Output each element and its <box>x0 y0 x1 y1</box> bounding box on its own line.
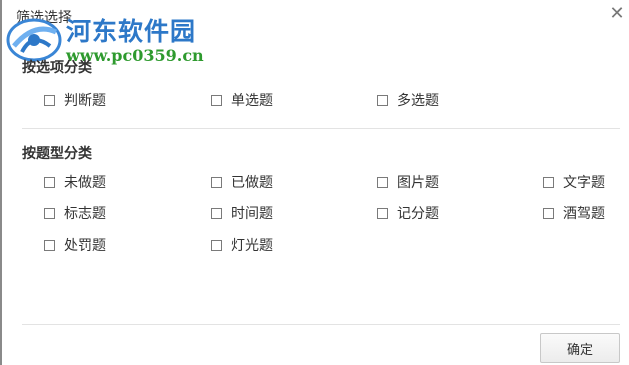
confirm-button[interactable]: 确定 <box>540 333 620 363</box>
checkbox-icon[interactable] <box>211 176 222 188</box>
option-label: 酒驾题 <box>563 206 605 222</box>
checkbox-icon[interactable] <box>377 176 388 188</box>
option-label: 处罚题 <box>64 238 106 254</box>
checkbox-icon[interactable] <box>211 239 222 251</box>
option-checkbox[interactable]: 单选题 <box>211 91 273 109</box>
option-label: 多选题 <box>397 93 439 109</box>
option-checkbox[interactable]: 文字题 <box>543 173 605 191</box>
option-checkbox[interactable]: 图片题 <box>377 173 439 191</box>
option-checkbox[interactable]: 时间题 <box>211 204 273 222</box>
window-left-edge <box>0 0 2 365</box>
checkbox-icon[interactable] <box>44 207 55 219</box>
checkbox-icon[interactable] <box>543 176 554 188</box>
option-checkbox[interactable]: 未做题 <box>44 173 106 191</box>
option-label: 图片题 <box>397 175 439 191</box>
checkbox-icon[interactable] <box>44 176 55 188</box>
section-title-types: 按题型分类 <box>22 146 92 162</box>
checkbox-icon[interactable] <box>44 94 55 106</box>
filter-dialog: 筛选选择 ✕ 河东软件园 www.pc0359.cn 按选项分类 判断题 单选题… <box>0 0 629 365</box>
option-checkbox[interactable]: 判断题 <box>44 91 106 109</box>
option-checkbox[interactable]: 记分题 <box>377 204 439 222</box>
option-label: 记分题 <box>397 206 439 222</box>
section-divider <box>22 128 620 129</box>
option-label: 已做题 <box>231 175 273 191</box>
option-label: 文字题 <box>563 175 605 191</box>
checkbox-icon[interactable] <box>44 239 55 251</box>
option-label: 未做题 <box>64 175 106 191</box>
option-checkbox[interactable]: 已做题 <box>211 173 273 191</box>
watermark-site-name: 河东软件园 <box>66 17 197 46</box>
checkbox-icon[interactable] <box>211 207 222 219</box>
option-label: 时间题 <box>231 206 273 222</box>
checkbox-icon[interactable] <box>377 207 388 219</box>
site-logo-icon <box>6 18 62 62</box>
checkbox-icon[interactable] <box>211 94 222 106</box>
option-checkbox[interactable]: 多选题 <box>377 91 439 109</box>
option-checkbox[interactable]: 灯光题 <box>211 236 273 254</box>
footer-divider <box>22 324 620 325</box>
option-label: 判断题 <box>64 93 106 109</box>
option-checkbox[interactable]: 标志题 <box>44 204 106 222</box>
option-label: 单选题 <box>231 93 273 109</box>
section-title-options: 按选项分类 <box>22 60 92 76</box>
option-label: 标志题 <box>64 206 106 222</box>
option-checkbox[interactable]: 酒驾题 <box>543 204 605 222</box>
close-icon[interactable]: ✕ <box>607 4 627 24</box>
checkbox-icon[interactable] <box>543 207 554 219</box>
option-checkbox[interactable]: 处罚题 <box>44 236 106 254</box>
option-label: 灯光题 <box>231 238 273 254</box>
checkbox-icon[interactable] <box>377 94 388 106</box>
